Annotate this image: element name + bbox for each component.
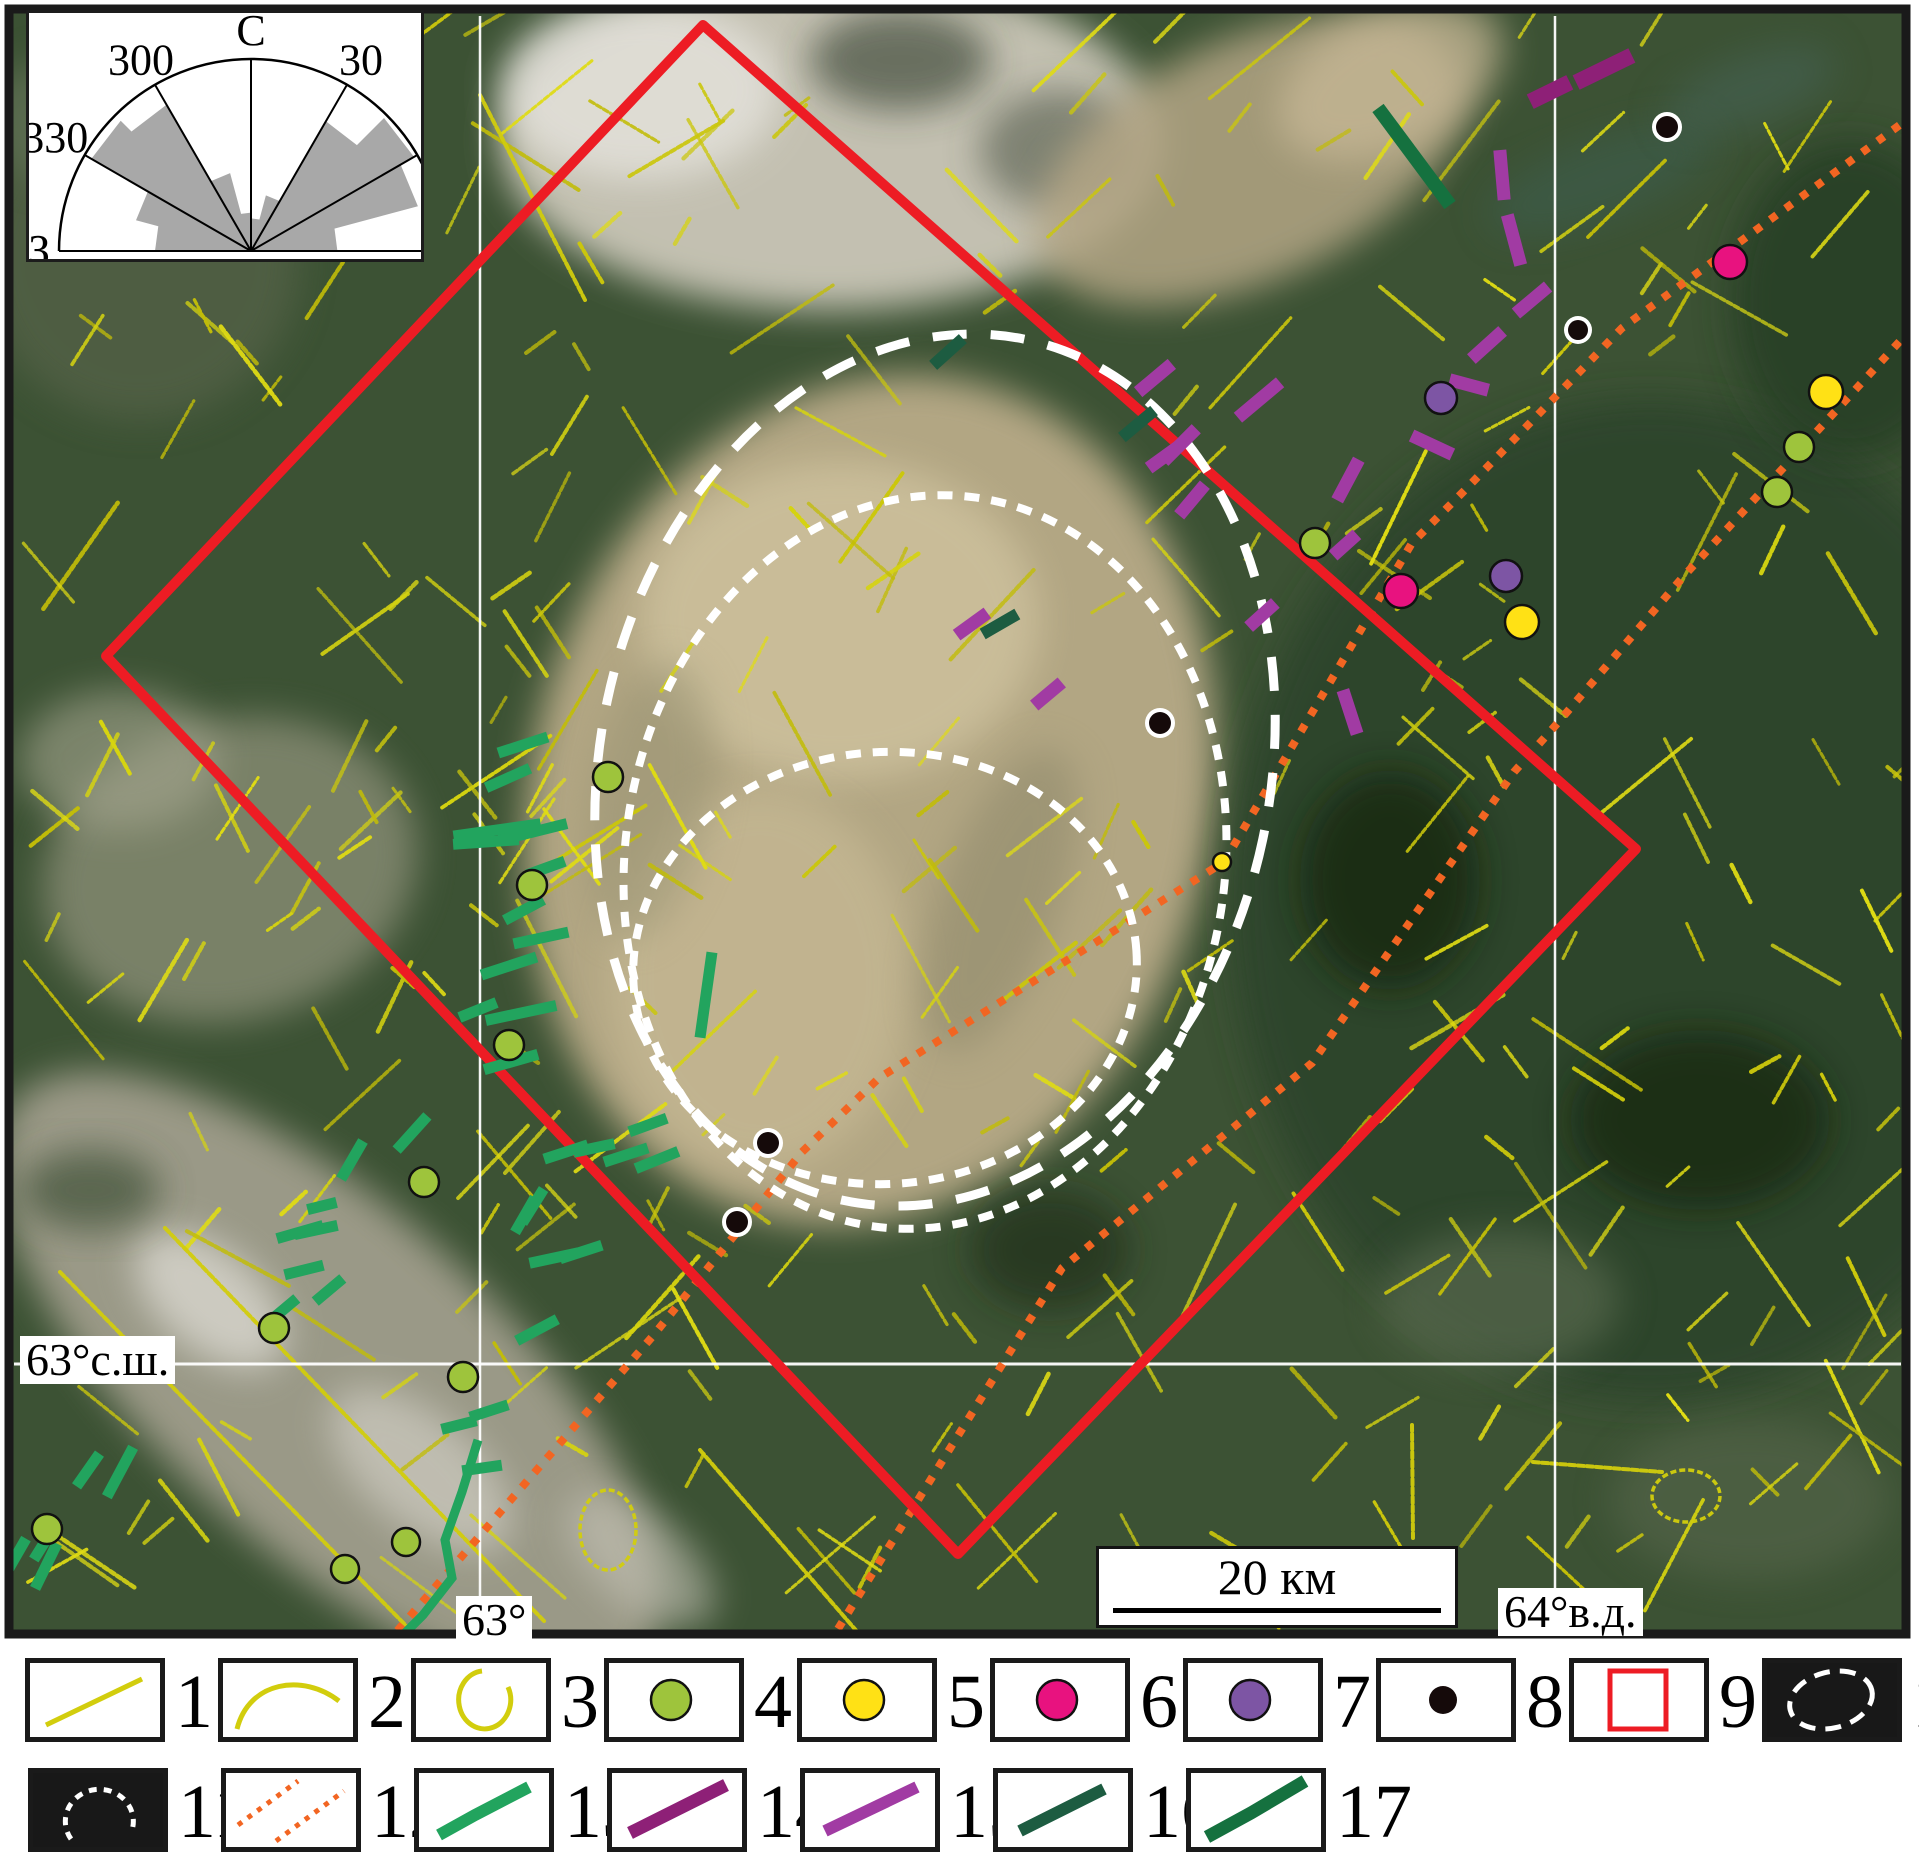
- legend-item-7-box: [1183, 1658, 1323, 1742]
- sample-dot-black: [1656, 116, 1678, 138]
- legend-item-8-box: [1376, 1658, 1516, 1742]
- sample-dot-magenta: [1384, 574, 1418, 608]
- latitude-label: 63°с.ш.: [20, 1336, 175, 1384]
- legend-item-2-number: 2: [368, 1664, 406, 1740]
- rose-label-С: С: [236, 13, 265, 55]
- legend-item-4-number: 4: [754, 1664, 792, 1740]
- sample-dot-green: [259, 1313, 289, 1343]
- sample-dot-green: [593, 762, 623, 792]
- legend-item-5-number: 5: [947, 1664, 985, 1740]
- legend-item-16-box: [993, 1768, 1133, 1852]
- stroke-green16-icon: [998, 1773, 1128, 1847]
- rose-label-330: 330: [29, 113, 88, 162]
- yellow-ring-icon: [416, 1663, 546, 1737]
- legend-item-8-number: 8: [1526, 1664, 1564, 1740]
- yellow-arc-icon: [223, 1663, 353, 1737]
- legend-item-3-box: [411, 1658, 551, 1742]
- sample-dot-green: [392, 1528, 420, 1556]
- stroke-violet15-icon: [805, 1773, 935, 1847]
- legend-item-9-number: 9: [1719, 1664, 1757, 1740]
- rose-diagram-panel: С3060В300330З: [26, 10, 424, 262]
- legend-item-10-box: [1762, 1658, 1902, 1742]
- stroke-purple14-icon: [612, 1773, 742, 1847]
- sample-dot-green: [331, 1555, 359, 1583]
- sample-dot-green: [1762, 477, 1792, 507]
- sample-dot-magenta: [1713, 245, 1747, 279]
- sample-dot-green: [1784, 432, 1814, 462]
- sample-dot-green: [517, 870, 547, 900]
- legend-item-5-box: [797, 1658, 937, 1742]
- legend-item-17-number: 17: [1336, 1774, 1412, 1850]
- sample-dot-green: [32, 1514, 62, 1544]
- rose-diagram: С3060В300330З: [29, 13, 421, 259]
- sample-dot-black: [1568, 320, 1588, 340]
- dot-yellow-icon: [802, 1663, 932, 1737]
- sample-dot-purple: [1490, 560, 1522, 592]
- legend-item-17-box: [1186, 1768, 1326, 1852]
- legend-item-14-box: [607, 1768, 747, 1852]
- legend-item-15-box: [800, 1768, 940, 1852]
- legend-item-13-box: [414, 1768, 554, 1852]
- violet-dash: [1500, 150, 1504, 200]
- dot-black-icon: [1381, 1663, 1511, 1737]
- sample-dot-green: [494, 1030, 524, 1060]
- dot-magenta-icon: [995, 1663, 1125, 1737]
- legend-item-7-number: 7: [1333, 1664, 1371, 1740]
- legend-item-6-number: 6: [1140, 1664, 1178, 1740]
- scale-bar-label: 20 км: [1099, 1549, 1455, 1605]
- legend-item-3-number: 3: [561, 1664, 599, 1740]
- sample-dot-green: [1300, 528, 1330, 558]
- green-lineament-stroke: [453, 840, 519, 845]
- sample-dot-yellow: [1809, 375, 1843, 409]
- sample-dot-green: [409, 1167, 439, 1197]
- white-dot-arc-icon: [33, 1773, 163, 1847]
- scale-bar: 20 км: [1096, 1546, 1458, 1628]
- sample-dot-yellow: [1505, 605, 1539, 639]
- rose-label-30: 30: [339, 35, 383, 84]
- rose-label-З: З: [29, 226, 50, 259]
- green-lineament-stroke: [307, 1202, 336, 1209]
- rose-label-300: 300: [108, 35, 174, 84]
- figure-root: С3060В300330З 63°с.ш. 63° 64°в.д. 20 км …: [0, 0, 1919, 1856]
- longitude-label-64: 64°в.д.: [1498, 1588, 1643, 1636]
- sample-dot-black: [1149, 712, 1171, 734]
- stroke-green17-icon: [1191, 1773, 1321, 1847]
- sample-dot-green: [448, 1362, 478, 1392]
- rose-petals: [91, 105, 418, 251]
- orange-dotted-icon: [226, 1773, 356, 1847]
- legend-item-2-box: [218, 1658, 358, 1742]
- stroke-green13-icon: [419, 1773, 549, 1847]
- white-dash-ellipse-icon: [1767, 1663, 1897, 1737]
- legend-item-11-box: [28, 1768, 168, 1852]
- yellow-line-icon: [30, 1663, 160, 1737]
- red-rect-icon: [1574, 1663, 1704, 1737]
- legend-item-9-box: [1569, 1658, 1709, 1742]
- legend-item-1-number: 1: [175, 1664, 213, 1740]
- legend-item-1-box: [25, 1658, 165, 1742]
- legend-item-10-number: 10: [1912, 1664, 1919, 1740]
- legend-item-12-box: [221, 1768, 361, 1852]
- legend-item-4-box: [604, 1658, 744, 1742]
- dot-green-icon: [609, 1663, 739, 1737]
- sample-dot-black: [726, 1211, 748, 1233]
- longitude-label-63: 63°: [456, 1596, 532, 1644]
- scale-bar-line: [1113, 1608, 1441, 1613]
- sample-dot-black: [757, 1132, 779, 1154]
- legend-item-6-box: [990, 1658, 1130, 1742]
- sample-dot-yellow: [1213, 853, 1231, 871]
- dot-purple-icon: [1188, 1663, 1318, 1737]
- sample-dot-purple: [1425, 382, 1457, 414]
